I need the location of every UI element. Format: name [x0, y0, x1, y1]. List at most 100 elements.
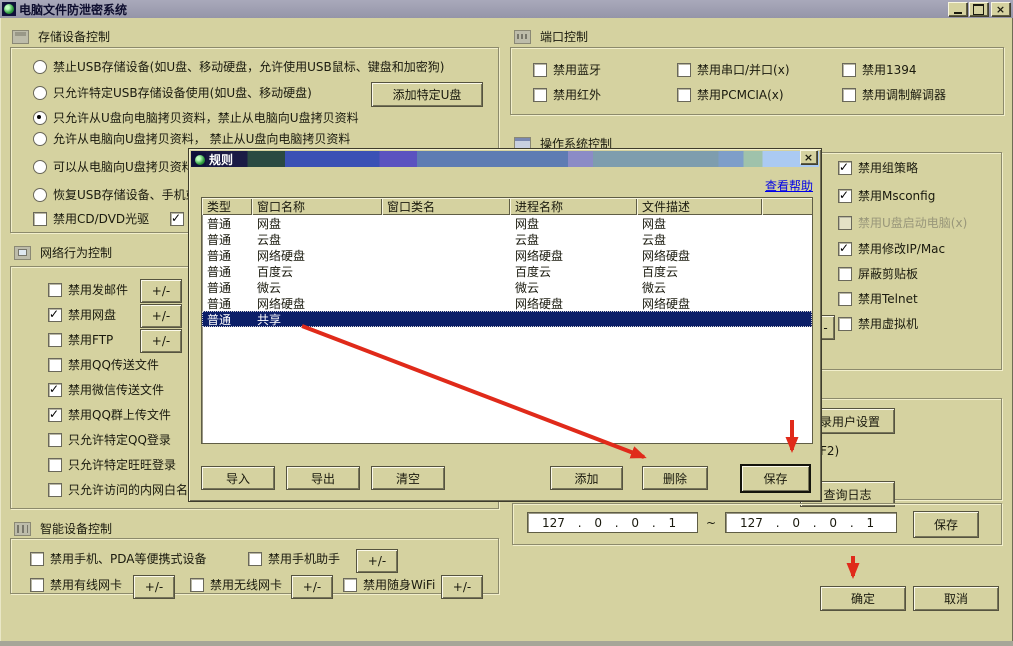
add-rule-button[interactable]: 添加	[550, 466, 623, 490]
checkbox-icon[interactable]	[30, 552, 44, 566]
ftp-pm-button[interactable]: +/-	[140, 329, 182, 353]
ip-start-input[interactable]: 127 . 0 . 0 . 1	[527, 512, 698, 533]
checkbox-icon[interactable]	[838, 267, 852, 281]
table-row[interactable]: 普通云盘云盘云盘	[202, 231, 812, 247]
checkbox-disable-wired-nic[interactable]: 禁用有线网卡	[30, 578, 122, 592]
save-rules-button[interactable]: 保存	[740, 464, 811, 493]
checkbox-icon[interactable]	[48, 358, 62, 372]
import-button[interactable]: 导入	[201, 466, 275, 490]
checkbox-disable-qq-file[interactable]: 禁用QQ传送文件	[48, 358, 159, 372]
column-header-window-name[interactable]: 窗口名称	[252, 198, 382, 215]
radio-restore-usb[interactable]: 恢复USB存储设备、手机或	[33, 188, 198, 202]
checkbox-icon[interactable]	[838, 189, 852, 203]
ip-save-button[interactable]: 保存	[913, 511, 979, 538]
table-row[interactable]: 普通共享	[202, 311, 812, 327]
clear-button[interactable]: 清空	[371, 466, 445, 490]
checkbox-icon[interactable]	[48, 283, 62, 297]
checkbox-disable-serial[interactable]: 禁用串口/并口(x)	[677, 63, 790, 77]
checkbox-icon[interactable]	[838, 292, 852, 306]
column-header-window-class[interactable]: 窗口类名	[382, 198, 510, 215]
delete-rule-button[interactable]: 删除	[642, 466, 708, 490]
checkbox-icon[interactable]	[838, 317, 852, 331]
checkbox-icon[interactable]	[48, 308, 62, 322]
checkbox-icon[interactable]	[248, 552, 262, 566]
checkbox-icon[interactable]	[842, 88, 856, 102]
phone-assistant-pm-button[interactable]: +/-	[356, 549, 398, 573]
checkbox-icon[interactable]	[48, 483, 62, 497]
checkbox-icon[interactable]	[48, 383, 62, 397]
radio-icon[interactable]	[33, 60, 47, 74]
checkbox-icon[interactable]	[677, 88, 691, 102]
checkbox-allow-specific-qq[interactable]: 只允许特定QQ登录	[48, 433, 171, 447]
cancel-button[interactable]: 取消	[913, 586, 999, 611]
checkbox-block-clipboard[interactable]: 屏蔽剪贴板	[838, 267, 918, 281]
radio-pc-to-usb-copy[interactable]: 可以从电脑向U盘拷贝资料	[33, 160, 194, 174]
checkbox-disable-ip-mac-change[interactable]: 禁用修改IP/Mac	[838, 242, 945, 256]
checkbox-intranet-whitelist[interactable]: 只允许访问的内网白名单	[48, 483, 200, 497]
checkbox-icon[interactable]	[842, 63, 856, 77]
export-button[interactable]: 导出	[286, 466, 360, 490]
table-row[interactable]: 普通网络硬盘网络硬盘网络硬盘	[202, 295, 812, 311]
checkbox-disable-pcmcia[interactable]: 禁用PCMCIA(x)	[677, 88, 784, 102]
checkbox-disable-phone-assistant[interactable]: 禁用手机助手	[248, 552, 340, 566]
add-specific-usb-button[interactable]: 添加特定U盘	[371, 82, 483, 107]
column-header-extra[interactable]	[762, 198, 813, 215]
checkbox-icon[interactable]	[30, 578, 44, 592]
radio-icon[interactable]	[33, 132, 47, 146]
checkbox-icon[interactable]	[838, 161, 852, 175]
radio-icon[interactable]	[33, 111, 47, 125]
wired-nic-pm-button[interactable]: +/-	[133, 575, 175, 599]
checkbox-disable-email[interactable]: 禁用发邮件	[48, 283, 128, 297]
checkbox-icon[interactable]	[33, 212, 47, 226]
dialog-titlebar[interactable]: 规则	[191, 151, 819, 167]
checkbox-disable-phone-pda[interactable]: 禁用手机、PDA等便携式设备	[30, 552, 206, 566]
radio-icon[interactable]	[33, 86, 47, 100]
checkbox-disable-wechat-file[interactable]: 禁用微信传送文件	[48, 383, 164, 397]
column-header-file-desc[interactable]: 文件描述	[637, 198, 762, 215]
checkbox-icon[interactable]	[170, 212, 184, 226]
checkbox-disable-portable-wifi[interactable]: 禁用随身WiFi	[343, 578, 435, 592]
maximize-button[interactable]	[969, 2, 988, 16]
table-row[interactable]: 普通网盘网盘网盘	[202, 215, 812, 231]
checkbox-icon[interactable]	[48, 433, 62, 447]
checkbox-icon[interactable]	[677, 63, 691, 77]
checkbox-icon[interactable]	[533, 63, 547, 77]
email-pm-button[interactable]: +/-	[140, 279, 182, 303]
radio-usb-to-pc-only[interactable]: 只允许从U盘向电脑拷贝资料，禁止从电脑向U盘拷贝资料	[33, 111, 359, 125]
checkbox-icon[interactable]	[533, 88, 547, 102]
radio-pc-to-usb-allow[interactable]: 允许从电脑向U盘拷贝资料， 禁止从U盘向电脑拷贝资料	[33, 132, 350, 146]
checkbox-disable-cddvd[interactable]: 禁用CD/DVD光驱	[33, 212, 149, 226]
table-row[interactable]: 普通网络硬盘网络硬盘网络硬盘	[202, 247, 812, 263]
radio-allow-specific-usb[interactable]: 只允许特定USB存储设备使用(如U盘、移动硬盘)	[33, 86, 312, 100]
checkbox-disable-group-policy[interactable]: 禁用组策略	[838, 161, 918, 175]
checkbox-disable-ftp[interactable]: 禁用FTP	[48, 333, 113, 347]
radio-forbid-usb-storage[interactable]: 禁止USB存储设备(如U盘、移动硬盘，允许使用USB鼠标、键盘和加密狗)	[33, 60, 444, 74]
checkbox-icon[interactable]	[48, 408, 62, 422]
checkbox-icon[interactable]	[838, 242, 852, 256]
checkbox-icon[interactable]	[48, 458, 62, 472]
table-row[interactable]: 普通百度云百度云百度云	[202, 263, 812, 279]
checkbox-icon[interactable]	[190, 578, 204, 592]
ok-button[interactable]: 确定	[820, 586, 906, 611]
checkbox-disable-bluetooth[interactable]: 禁用蓝牙	[533, 63, 601, 77]
checkbox-disable-qqgroup-upload[interactable]: 禁用QQ群上传文件	[48, 408, 171, 422]
portable-wifi-pm-button[interactable]: +/-	[441, 575, 483, 599]
minimize-button[interactable]	[948, 2, 967, 16]
checkbox-disable-modem[interactable]: 禁用调制解调器	[842, 88, 946, 102]
column-header-type[interactable]: 类型	[202, 198, 252, 215]
column-header-process-name[interactable]: 进程名称	[510, 198, 637, 215]
checkbox-disable-msconfig[interactable]: 禁用Msconfig	[838, 189, 935, 203]
wireless-nic-pm-button[interactable]: +/-	[291, 575, 333, 599]
view-help-link[interactable]: 查看帮助	[765, 177, 813, 194]
dialog-close-button[interactable]: ×	[800, 150, 817, 164]
checkbox-allow-specific-wangwang[interactable]: 只允许特定旺旺登录	[48, 458, 176, 472]
netdisk-pm-button[interactable]: +/-	[140, 304, 182, 328]
checkbox-disable-infrared[interactable]: 禁用红外	[533, 88, 601, 102]
checkbox-disable-1394[interactable]: 禁用1394	[842, 63, 917, 77]
checkbox-disable-wireless-nic[interactable]: 禁用无线网卡	[190, 578, 282, 592]
checkbox-disable-telnet[interactable]: 禁用Telnet	[838, 292, 918, 306]
ip-end-input[interactable]: 127 . 0 . 0 . 1	[725, 512, 897, 533]
checkbox-icon[interactable]	[48, 333, 62, 347]
close-button[interactable]: ×	[991, 2, 1010, 16]
checkbox-icon[interactable]	[343, 578, 357, 592]
